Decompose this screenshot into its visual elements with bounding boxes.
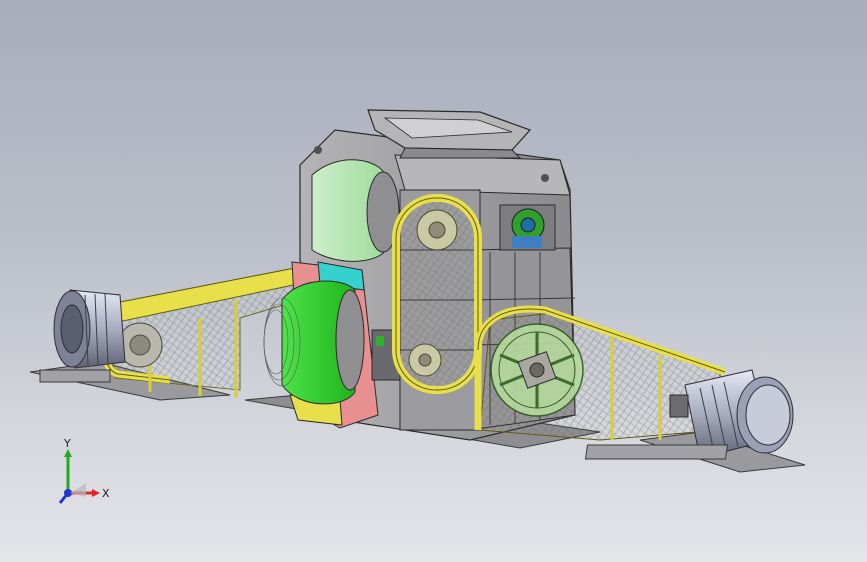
y-axis-label: Y [63, 437, 71, 450]
x-axis-label: X [102, 487, 110, 500]
flywheel [490, 323, 584, 417]
triad-plane [70, 483, 86, 497]
cad-viewport[interactable]: Y X [0, 0, 867, 562]
x-axis-arrow [92, 489, 100, 497]
roller-crusher-model[interactable] [0, 0, 867, 562]
left-motor [53, 289, 126, 369]
axis-triad: Y X [58, 437, 110, 504]
center-belt-guard [392, 194, 482, 394]
gearbox [499, 204, 556, 251]
y-axis-arrow [64, 449, 72, 457]
upper-roller [311, 159, 400, 262]
